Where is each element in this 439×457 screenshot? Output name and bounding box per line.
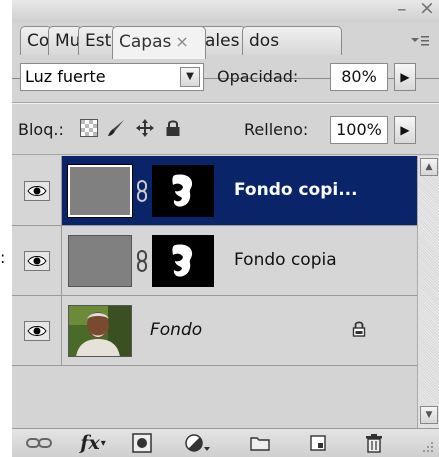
minimize-icon[interactable]: – xyxy=(397,0,407,19)
tab-est[interactable]: Est xyxy=(78,26,116,55)
tab-label: Capas xyxy=(119,32,172,52)
fill-field[interactable]: 100% xyxy=(330,116,388,144)
mask-icon[interactable] xyxy=(130,432,154,454)
eye-icon[interactable] xyxy=(23,180,50,201)
layer-row[interactable]: Fondo copia xyxy=(12,226,417,296)
tab-row: Co Mu Est Capas × ales dos xyxy=(12,22,439,79)
visibility-toggle[interactable] xyxy=(12,296,62,365)
tab-label: Co xyxy=(27,31,50,51)
tab-label: Est xyxy=(85,31,112,51)
fill-arrow-icon[interactable]: ▶ xyxy=(394,116,416,144)
tab-close-icon[interactable]: × xyxy=(175,32,188,51)
fill-label: Relleno: xyxy=(244,120,309,139)
chain-link-icon[interactable] xyxy=(136,180,148,202)
tab-capas[interactable]: Capas × xyxy=(112,26,206,59)
fx-icon[interactable]: fx ▾ xyxy=(78,432,108,454)
lock-all-icon[interactable] xyxy=(162,117,184,139)
resize-grip-icon[interactable] xyxy=(420,439,434,453)
divider xyxy=(12,103,439,104)
layer-name[interactable]: Fondo xyxy=(150,320,202,340)
layer-name[interactable]: Fondo copia xyxy=(234,250,337,270)
lock-move-icon[interactable] xyxy=(134,117,156,139)
layer-mask-thumbnail[interactable] xyxy=(152,235,214,287)
chevron-down-icon[interactable]: ▼ xyxy=(180,67,200,87)
chain-link-icon[interactable] xyxy=(136,250,148,272)
eye-icon[interactable] xyxy=(23,250,50,271)
tab-mu[interactable]: Mu xyxy=(48,26,82,55)
layer-name[interactable]: Fondo copi... xyxy=(234,180,358,200)
layers-panel: – × Co Mu Est Capas × ales dos Luz fuerte… xyxy=(12,0,439,457)
folder-icon[interactable] xyxy=(248,432,272,454)
tab-label: Mu xyxy=(55,31,81,51)
layer-photo-thumbnail[interactable] xyxy=(68,305,132,357)
divider xyxy=(12,154,439,155)
trash-icon[interactable] xyxy=(362,432,386,454)
blend-mode-value: Luz fuerte xyxy=(25,67,106,86)
opacity-arrow-icon[interactable]: ▶ xyxy=(394,63,416,91)
lock-transparent-icon[interactable] xyxy=(78,117,100,139)
panel-bottom-toolbar: fx ▾ xyxy=(12,428,439,457)
layer-mask-thumbnail[interactable] xyxy=(152,165,214,217)
opacity-label: Opacidad: xyxy=(217,67,299,86)
layer-lock-icon xyxy=(352,320,366,342)
tab-label: dos xyxy=(249,31,280,51)
layer-row[interactable]: Fondo copi... xyxy=(12,156,417,226)
layers-scrollbar[interactable]: ▲ ▼ xyxy=(417,156,439,428)
panel-menu-icon[interactable] xyxy=(410,32,430,48)
eye-icon[interactable] xyxy=(23,320,50,341)
link-icon[interactable] xyxy=(24,432,54,454)
adjustment-icon[interactable] xyxy=(182,432,212,454)
lock-label: Bloq.: xyxy=(18,120,64,139)
visibility-toggle[interactable] xyxy=(12,156,62,225)
layer-thumbnail[interactable] xyxy=(67,164,133,218)
layer-row[interactable]: Fondo xyxy=(12,296,417,366)
blend-mode-select[interactable]: Luz fuerte ▼ xyxy=(20,63,204,91)
layers-list: Fondo copi... Fondo copia Fondo xyxy=(12,156,417,428)
tab-dos[interactable]: dos xyxy=(242,26,342,55)
lock-brush-icon[interactable] xyxy=(106,117,128,139)
scroll-up-icon[interactable]: ▲ xyxy=(420,158,438,176)
visibility-toggle[interactable] xyxy=(12,226,62,295)
new-layer-icon[interactable] xyxy=(306,432,330,454)
scroll-down-icon[interactable]: ▼ xyxy=(420,406,438,424)
layer-thumbnail[interactable] xyxy=(68,235,132,287)
fx-label: fx xyxy=(80,432,100,454)
tab-label: ales xyxy=(205,31,240,51)
opacity-field[interactable]: 80% xyxy=(330,63,388,91)
side-colon: : xyxy=(0,248,6,267)
panel-titlebar: – × xyxy=(12,0,439,22)
close-icon[interactable]: × xyxy=(419,0,435,18)
